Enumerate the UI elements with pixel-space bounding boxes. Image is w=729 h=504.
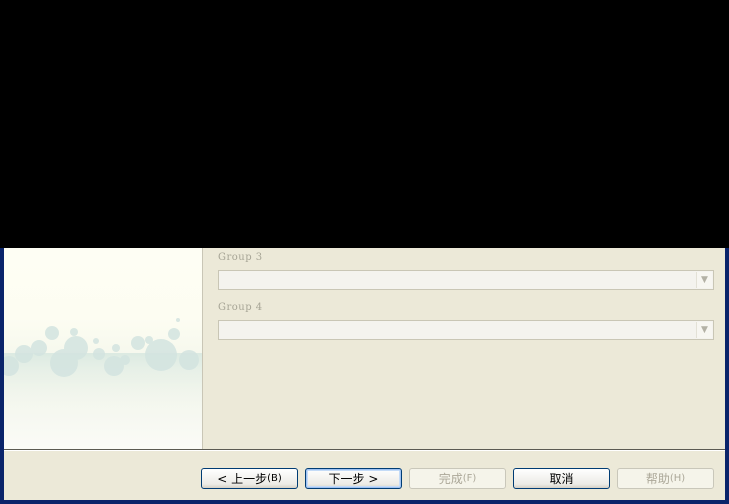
wizard-dialog: Group 3 ▼ Group 4 ▼ < 上一步 (B) 下一步 > 完成 (…: [0, 248, 729, 504]
next-button-label: 下一步: [328, 472, 365, 486]
dialog-client-area: Group 3 ▼ Group 4 ▼ < 上一步 (B) 下一步 > 完成 (…: [4, 248, 725, 500]
help-button[interactable]: 帮助 (H): [617, 468, 714, 489]
wizard-content: Group 3 ▼ Group 4 ▼: [203, 248, 725, 449]
button-bar-separator-highlight: [4, 450, 725, 451]
back-arrow-icon: <: [217, 471, 232, 486]
cancel-button-label: 取消: [549, 472, 574, 486]
next-button[interactable]: 下一步 >: [305, 468, 402, 489]
back-button-mnemonic: (B): [267, 473, 282, 484]
group-3-select[interactable]: ▼: [218, 270, 714, 290]
help-button-label: 帮助: [645, 472, 670, 486]
next-arrow-icon: >: [364, 471, 379, 486]
chevron-down-icon[interactable]: ▼: [696, 322, 712, 338]
chevron-down-icon[interactable]: ▼: [696, 272, 712, 288]
help-button-mnemonic: (H): [669, 473, 686, 484]
bubbles-decoration-icon: [4, 318, 202, 413]
wizard-side-banner: [4, 248, 202, 449]
group-3-label: Group 3: [218, 252, 263, 263]
finish-button-label: 完成: [438, 472, 463, 486]
blank-screen-area: [0, 0, 729, 248]
group-4-select[interactable]: ▼: [218, 320, 714, 340]
finish-button[interactable]: 完成 (F): [409, 468, 506, 489]
back-button[interactable]: < 上一步 (B): [201, 468, 298, 489]
back-button-label: 上一步: [231, 472, 268, 486]
cancel-button[interactable]: 取消: [513, 468, 610, 489]
group-4-label: Group 4: [218, 302, 263, 313]
finish-button-mnemonic: (F): [462, 473, 477, 484]
